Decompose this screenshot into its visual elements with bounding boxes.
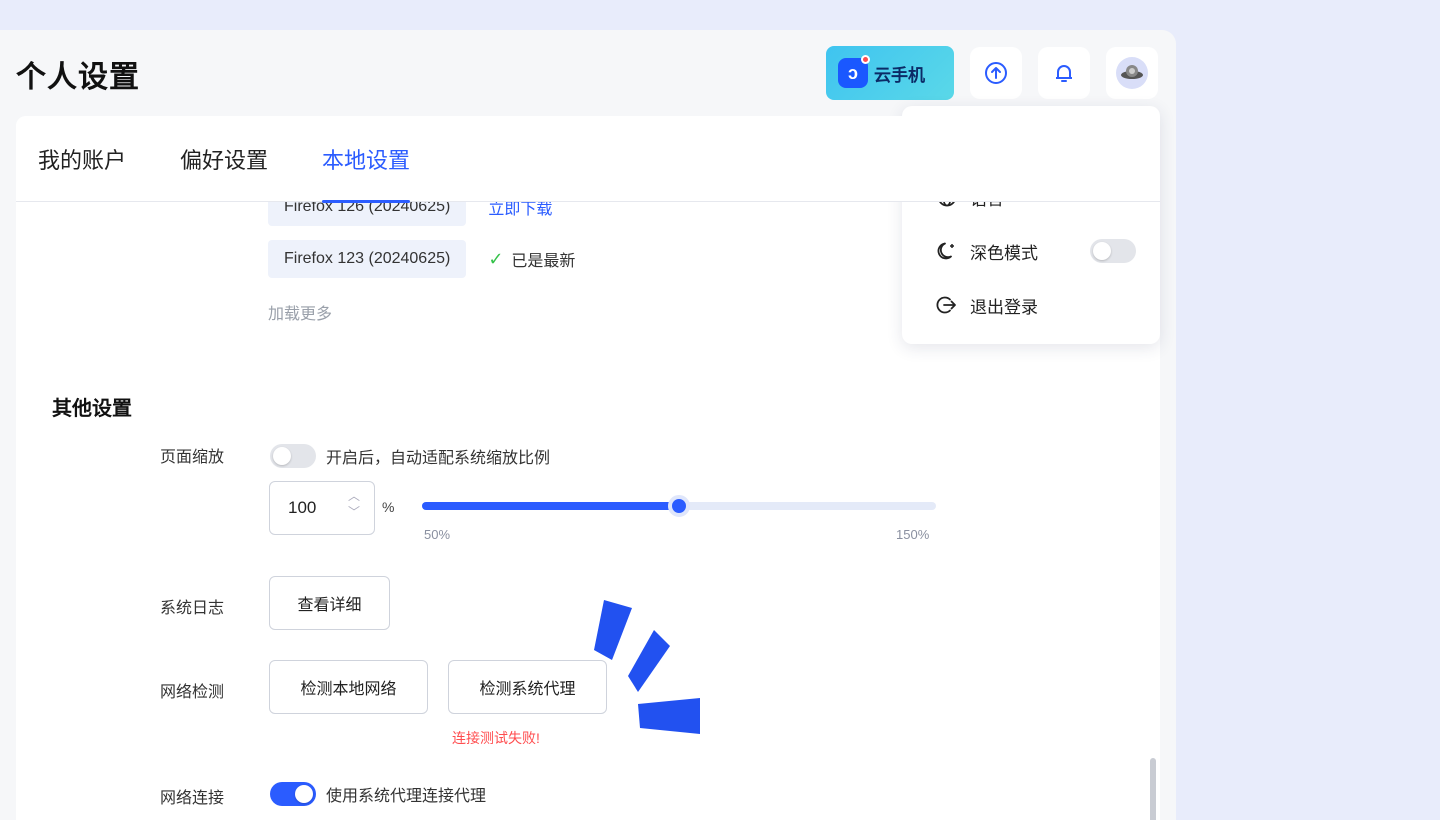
stepper-arrows: ︿ ﹀: [348, 490, 360, 518]
auto-zoom-toggle[interactable]: [270, 444, 316, 468]
load-more-link[interactable]: 加载更多: [268, 300, 332, 324]
tab-my-account[interactable]: 我的账户: [38, 116, 126, 202]
upload-icon: [985, 62, 1007, 84]
network-check-label: 网络检测: [160, 684, 225, 701]
zoom-value: 100: [288, 498, 317, 517]
system-proxy-toggle[interactable]: [270, 782, 316, 806]
version-row: Firefox 123 (20240625) ✓ 已是最新: [268, 240, 575, 278]
tab-label: 我的账户: [38, 147, 127, 173]
check-system-proxy-button[interactable]: 检测系统代理: [448, 660, 607, 714]
version-name: Firefox 123 (20240625): [268, 240, 467, 278]
auto-zoom-row: 开启后，自动适配系统缩放比例: [270, 444, 550, 468]
chevron-down-icon[interactable]: ﹀: [348, 506, 360, 518]
tab-local-settings[interactable]: 本地设置: [322, 116, 411, 203]
settings-window: 个人设置 ɔ 云手机 我的账户 偏好设置 本地设置 Firefox 126 (2…: [0, 30, 1176, 820]
cloud-phone-button[interactable]: ɔ 云手机: [826, 46, 954, 100]
cloud-phone-icon: ɔ: [838, 55, 870, 88]
zoom-stepper[interactable]: 100 ︿ ﹀: [269, 481, 375, 535]
connection-error-text: 连接测试失败!: [452, 730, 540, 746]
dark-mode-toggle[interactable]: [1090, 239, 1136, 263]
slider-max-label: 150%: [896, 527, 930, 542]
latest-status-label: 已是最新: [511, 253, 576, 270]
header-actions: ɔ 云手机: [826, 46, 1158, 100]
tab-preferences[interactable]: 偏好设置: [180, 116, 268, 202]
toggle-knob: [295, 785, 313, 803]
toggle-knob: [273, 447, 291, 465]
bell-icon: [1056, 65, 1072, 82]
upload-button[interactable]: [970, 47, 1022, 99]
view-details-button[interactable]: 查看详细: [269, 576, 390, 630]
avatar: [1116, 57, 1148, 89]
page-zoom-label: 页面缩放: [160, 449, 225, 466]
cloud-phone-label: 云手机: [874, 65, 925, 85]
notification-button[interactable]: [1038, 47, 1090, 99]
page-title: 个人设置: [16, 61, 140, 94]
moon-icon: [937, 242, 954, 260]
slider-fill: [422, 502, 679, 510]
slider-thumb[interactable]: [668, 495, 690, 517]
menu-item-logout[interactable]: 退出登录: [912, 278, 1150, 332]
tab-bar: 我的账户 偏好设置 本地设置: [16, 116, 1160, 203]
section-title: 其他设置: [52, 398, 132, 420]
menu-item-label: 退出登录: [970, 297, 1038, 317]
latest-status: ✓ 已是最新: [488, 247, 575, 271]
menu-item-label: 深色模式: [970, 243, 1038, 263]
scrollbar[interactable]: [1150, 758, 1156, 820]
zoom-slider[interactable]: [422, 495, 936, 517]
tab-label: 本地设置: [322, 147, 411, 173]
toggle-knob: [1093, 242, 1111, 260]
zoom-unit: %: [382, 499, 395, 515]
network-connect-label: 网络连接: [160, 790, 225, 807]
check-icon: ✓: [488, 248, 504, 269]
logout-icon: [936, 296, 956, 314]
click-burst-icon: [594, 600, 700, 734]
tab-label: 偏好设置: [180, 147, 269, 173]
system-proxy-text: 使用系统代理连接代理: [326, 788, 487, 805]
slider-min-label: 50%: [424, 527, 451, 542]
menu-item-dark-mode[interactable]: 深色模式: [912, 224, 1150, 278]
network-connect-row: 使用系统代理连接代理: [270, 782, 486, 806]
system-log-label: 系统日志: [160, 600, 225, 617]
check-local-network-button[interactable]: 检测本地网络: [269, 660, 428, 714]
auto-zoom-text: 开启后，自动适配系统缩放比例: [326, 450, 551, 467]
avatar-button[interactable]: [1106, 47, 1158, 99]
chevron-up-icon[interactable]: ︿: [348, 490, 360, 502]
